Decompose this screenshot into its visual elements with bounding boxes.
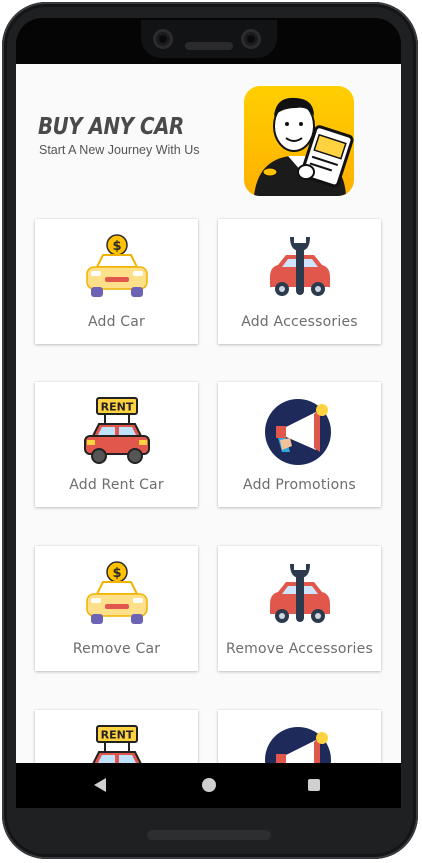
remove-car-label: Remove Car bbox=[72, 641, 161, 657]
remove-accessories-label: Remove Accessories bbox=[226, 641, 373, 657]
rent-sign-text: RENT bbox=[100, 729, 133, 742]
home-icon[interactable] bbox=[202, 778, 216, 792]
svg-text:$: $ bbox=[112, 239, 121, 254]
app-screen: BUY ANY CAR Start A New Journey With Us bbox=[16, 64, 401, 763]
app-logo bbox=[244, 86, 354, 196]
back-icon[interactable] bbox=[94, 778, 106, 792]
car-wrench-icon bbox=[269, 564, 330, 623]
rent-sign-text: RENT bbox=[100, 401, 133, 414]
rent-car-icon: RENT bbox=[83, 397, 150, 464]
android-nav-bar bbox=[16, 763, 401, 808]
bottom-speaker-grille bbox=[147, 830, 271, 840]
add-promotions-card[interactable]: Add Promotions bbox=[218, 382, 381, 507]
add-accessories-label: Add Accessories bbox=[241, 314, 358, 330]
recents-icon[interactable] bbox=[308, 779, 320, 791]
car-wrench-icon bbox=[269, 237, 330, 296]
remove-accessories-card[interactable]: Remove Accessories bbox=[218, 546, 381, 671]
camera-left-icon bbox=[153, 29, 173, 49]
megaphone-icon bbox=[264, 399, 331, 465]
add-accessories-card[interactable]: Add Accessories bbox=[218, 219, 381, 344]
remove-car-card[interactable]: $ Remove Car bbox=[35, 546, 198, 671]
add-promotions-label: Add Promotions bbox=[243, 477, 356, 493]
rent-car-icon: RENT bbox=[91, 725, 142, 763]
app-title: BUY ANY CAR bbox=[38, 114, 184, 140]
phone-notch bbox=[141, 20, 277, 58]
car-dollar-icon: $ bbox=[85, 234, 148, 297]
car-dollar-icon: $ bbox=[85, 561, 148, 624]
remove-rent-car-card[interactable]: RENT bbox=[35, 710, 198, 763]
add-car-label: Add Car bbox=[87, 314, 146, 330]
remove-promotions-card[interactable] bbox=[218, 710, 381, 763]
svg-text:$: $ bbox=[112, 566, 121, 581]
add-rent-car-label: Add Rent Car bbox=[69, 477, 164, 493]
app-subtitle: Start A New Journey With Us bbox=[39, 143, 200, 157]
earpiece-speaker bbox=[185, 42, 233, 50]
add-rent-car-card[interactable]: RENT Add Rent Car bbox=[35, 382, 198, 507]
megaphone-icon bbox=[264, 727, 331, 763]
camera-right-icon bbox=[241, 29, 261, 49]
add-car-card[interactable]: $ Add Car bbox=[35, 219, 198, 344]
salesman-logo-icon bbox=[254, 97, 354, 196]
